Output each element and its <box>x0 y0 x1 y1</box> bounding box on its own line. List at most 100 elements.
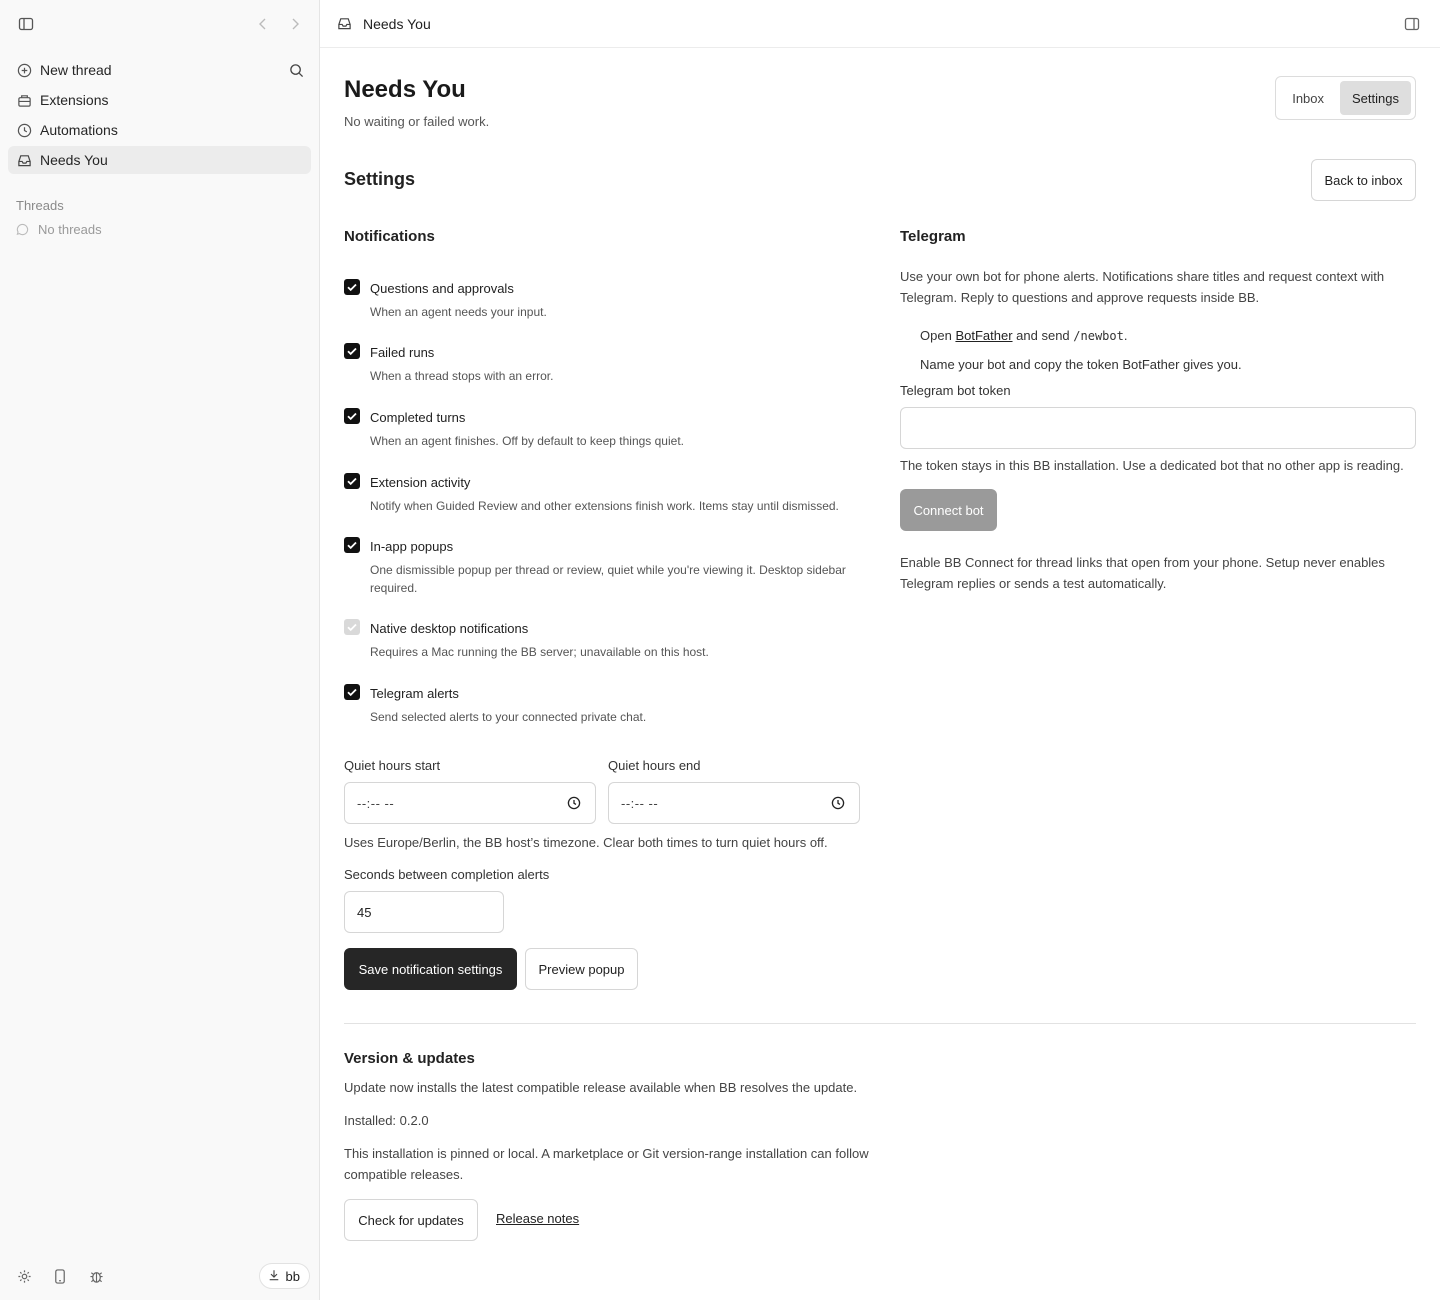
option-desc: Notify when Guided Review and other exte… <box>370 499 839 513</box>
step1-mid: and send <box>1016 328 1070 343</box>
chat-bubble-icon <box>16 223 30 237</box>
botfather-link[interactable]: BotFather <box>955 328 1012 343</box>
back-to-inbox-button[interactable]: Back to inbox <box>1311 159 1416 201</box>
save-notification-settings-button[interactable]: Save notification settings <box>344 948 517 990</box>
package-icon <box>16 92 32 108</box>
topbar: Needs You <box>320 0 1440 48</box>
option-label: Telegram alerts <box>370 686 459 701</box>
telegram-alerts-checkbox[interactable] <box>344 684 360 700</box>
completed-turns-checkbox[interactable] <box>344 408 360 424</box>
plus-circle-icon <box>16 62 32 78</box>
check-for-updates-button[interactable]: Check for updates <box>344 1199 478 1241</box>
option-label: In-app popups <box>370 539 454 554</box>
threads-empty-label: No threads <box>38 222 102 237</box>
failed-runs-checkbox[interactable] <box>344 343 360 359</box>
quiet-start-input[interactable]: --:-- -- <box>344 782 596 824</box>
option-label: Failed runs <box>370 345 435 360</box>
sidebar-header <box>0 0 319 48</box>
questions-checkbox[interactable] <box>344 279 360 295</box>
sidebar-item-automations[interactable]: Automations <box>8 116 311 144</box>
user-chip[interactable]: bb <box>258 1263 310 1289</box>
back-arrow-icon[interactable] <box>253 13 273 35</box>
bug-icon[interactable] <box>88 1268 104 1284</box>
sidebar-footer: bb <box>0 1262 319 1290</box>
option-desc: Requires a Mac running the BB server; un… <box>370 645 709 659</box>
native-desktop-checkbox <box>344 619 360 635</box>
option-label: Completed turns <box>370 410 466 425</box>
token-label: Telegram bot token <box>900 383 1011 398</box>
download-icon <box>268 1269 280 1284</box>
search-icon[interactable] <box>287 61 305 79</box>
seconds-label: Seconds between completion alerts <box>344 867 550 882</box>
app-window: New thread Extensions Automations Needs … <box>0 0 1440 1300</box>
notifications-section: Notifications Questions and approvals Wh… <box>344 228 860 990</box>
clock-icon[interactable] <box>567 796 581 810</box>
connect-note: Enable BB Connect for thread links that … <box>900 555 1385 591</box>
token-help: The token stays in this BB installation.… <box>900 458 1404 473</box>
tab-settings[interactable]: Settings <box>1340 81 1411 115</box>
gear-icon[interactable] <box>16 1268 32 1284</box>
option-label: Extension activity <box>370 475 471 490</box>
sidebar-item-label: Needs You <box>40 152 108 168</box>
notifications-heading: Notifications <box>344 228 435 245</box>
quiet-start-label: Quiet hours start <box>344 758 441 773</box>
version-desc: Update now installs the latest compatibl… <box>344 1080 858 1095</box>
option-desc: When a thread stops with an error. <box>370 369 554 383</box>
inbox-icon <box>337 16 353 32</box>
version-section: Version & updates Update now installs th… <box>344 1050 884 1241</box>
in-app-popups-checkbox[interactable] <box>344 537 360 553</box>
sidebar-item-label: New thread <box>40 62 112 78</box>
page-title: Needs You <box>344 76 466 103</box>
connect-bot-button[interactable]: Connect bot <box>900 489 997 531</box>
inbox-icon <box>16 152 32 168</box>
telegram-intro: Use your own bot for phone alerts. Notif… <box>900 269 1385 305</box>
sidebar-item-label: Extensions <box>40 92 109 108</box>
preview-popup-button[interactable]: Preview popup <box>525 948 638 990</box>
sidebar-toggle-icon[interactable] <box>17 15 35 33</box>
telegram-token-input[interactable] <box>900 407 1416 449</box>
sidebar-item-label: Automations <box>40 122 118 138</box>
sidebar-item-new-thread[interactable]: New thread <box>8 56 311 84</box>
version-heading: Version & updates <box>344 1050 475 1067</box>
installed-version: Installed: 0.2.0 <box>344 1113 429 1128</box>
phone-icon[interactable] <box>52 1268 68 1284</box>
option-label: Native desktop notifications <box>370 621 529 636</box>
view-switcher: Inbox Settings <box>1275 76 1416 120</box>
telegram-section: Telegram Use your own bot for phone aler… <box>900 228 1416 591</box>
threads-empty: No threads <box>0 213 319 237</box>
page-subtitle: No waiting or failed work. <box>344 114 490 129</box>
option-label: Questions and approvals <box>370 281 514 296</box>
telegram-step-1: Open BotFather and send /newbot. <box>920 328 1127 343</box>
step1-pre: Open <box>920 328 952 343</box>
tab-inbox[interactable]: Inbox <box>1280 81 1336 115</box>
sidebar-item-needs-you[interactable]: Needs You <box>8 146 311 174</box>
user-label: bb <box>285 1268 300 1284</box>
seconds-value: 45 <box>357 904 372 920</box>
pinned-note: This installation is pinned or local. A … <box>344 1146 869 1182</box>
clock-icon[interactable] <box>831 796 845 810</box>
step1-post: . <box>1123 328 1128 343</box>
quiet-start-value: --:-- -- <box>357 795 395 811</box>
telegram-heading: Telegram <box>900 228 966 245</box>
sidebar: New thread Extensions Automations Needs … <box>0 0 320 1300</box>
section-divider <box>344 1023 1416 1024</box>
settings-heading: Settings <box>344 169 416 189</box>
seconds-input[interactable]: 45 <box>344 891 504 933</box>
extension-activity-checkbox[interactable] <box>344 473 360 489</box>
newbot-code: /newbot <box>1073 329 1124 343</box>
topbar-title: Needs You <box>363 15 431 32</box>
forward-arrow-icon[interactable] <box>285 13 305 35</box>
release-notes-link[interactable]: Release notes <box>496 1211 579 1226</box>
main-panel: Needs You Needs You No waiting or failed… <box>320 0 1440 1300</box>
sidebar-item-extensions[interactable]: Extensions <box>8 86 311 114</box>
option-desc: When an agent needs your input. <box>370 305 547 319</box>
option-desc: Send selected alerts to your connected p… <box>370 710 647 724</box>
quiet-end-input[interactable]: --:-- -- <box>608 782 860 824</box>
quiet-hours-help: Uses Europe/Berlin, the BB host’s timezo… <box>344 835 828 850</box>
threads-header: Threads <box>16 198 64 213</box>
clock-icon <box>16 122 32 138</box>
quiet-end-value: --:-- -- <box>621 795 659 811</box>
option-desc: One dismissible popup per thread or revi… <box>370 563 846 595</box>
side-panel-toggle-icon[interactable] <box>1404 16 1420 32</box>
quiet-end-label: Quiet hours end <box>608 758 701 773</box>
